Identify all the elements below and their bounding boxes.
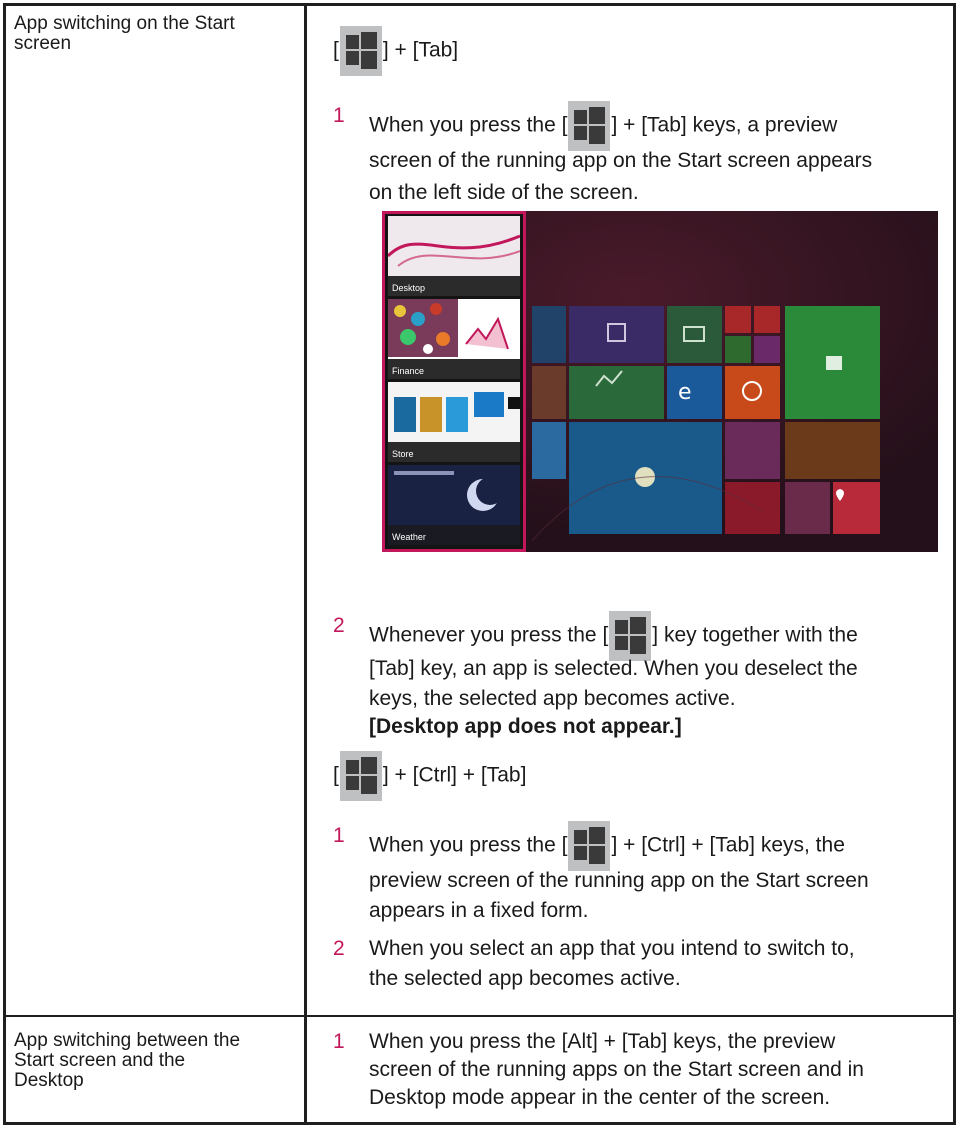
shortcut-text: ] + [Tab] [382,38,459,62]
app-thumbnail-desktop[interactable]: Desktop [388,216,520,296]
row-heading: App switching between the Start screen a… [6,1017,307,1122]
step-text: When you press the [ ] + [Ctrl] + [Tab] k… [369,821,845,871]
step-text: screen of the running app on the Start s… [369,149,873,172]
step-number: 1 [333,104,345,127]
windows-logo-icon [339,751,382,801]
app-thumbnail-finance[interactable]: Finance [388,299,520,379]
bracket-open: [ [333,38,339,62]
shortcut-text: ] + [Ctrl] + [Tab] [382,763,527,787]
step-text: Desktop mode appear in the center of the… [369,1086,831,1109]
step-text: screen of the running apps on the Start … [369,1058,864,1081]
app-label: Store [392,449,414,459]
step-text: appears in a fixed form. [369,899,589,922]
shortcut-win-tab: [ ] + [Tab] [333,26,458,76]
step-number: 1 [333,824,345,847]
heading-line: App switching on the Start [14,13,235,34]
table-row: App switching on the Start screen [ ] + [… [6,6,953,1017]
step-text-part: Whenever you press the [ [369,623,609,647]
step-note: [Desktop app does not appear.] [369,715,682,738]
step-text: When you press the [ ] + [Tab] keys, a pr… [369,101,837,151]
app-label: Finance [392,366,425,376]
heading-line: Start screen and the [14,1050,186,1071]
step-text-part: ] + [Tab] keys, a preview [611,113,838,137]
windows-logo-icon [568,821,611,871]
svg-text:e: e [678,380,692,405]
step-number: 2 [333,614,345,637]
windows-logo-icon [339,26,382,76]
heading-line: screen [14,33,72,54]
step-number: 2 [333,937,345,960]
preview-screenshot: e Desktop Finance Store Weather [382,211,938,552]
step-text: keys, the selected app becomes active. [369,687,736,710]
app-thumbnail-weather[interactable]: Weather [388,465,520,545]
step-text: When you select an app that you intend t… [369,937,855,960]
step-text: When you press the [Alt] + [Tab] keys, t… [369,1030,836,1053]
step-text-part: ] key together with the [652,623,858,647]
step-text: on the left side of the screen. [369,181,639,204]
shortcut-win-ctrl-tab: [ ] + [Ctrl] + [Tab] [333,751,526,801]
table-row: App switching between the Start screen a… [6,1017,953,1122]
shortcut-table: App switching on the Start screen [ ] + [… [3,3,956,1125]
step-text: the selected app becomes active. [369,967,681,990]
step-text-part: ] + [Ctrl] + [Tab] keys, the [611,833,845,857]
app-thumbnail-store[interactable]: Store [388,382,520,462]
row-content: [ ] + [Tab] 1 When you press the [ ] + [Ta… [307,6,953,1015]
bracket-open: [ [333,763,339,787]
heading-line: App switching between the [14,1030,241,1051]
app-label: Desktop [392,283,426,293]
app-label: Weather [392,532,426,542]
windows-logo-icon [568,101,611,151]
app-switcher-panel: Desktop Finance Store Weather [382,211,526,552]
step-text-part: When you press the [ [369,833,568,857]
heading-line: Desktop [14,1070,84,1091]
step-text-part: When you press the [ [369,113,568,137]
step-text: preview screen of the running app on the… [369,869,869,892]
step-number: 1 [333,1030,345,1053]
row-heading: App switching on the Start screen [6,6,307,1015]
row-content: 1 When you press the [Alt] + [Tab] keys,… [307,1017,953,1122]
step-text: [Tab] key, an app is selected. When you … [369,657,858,680]
